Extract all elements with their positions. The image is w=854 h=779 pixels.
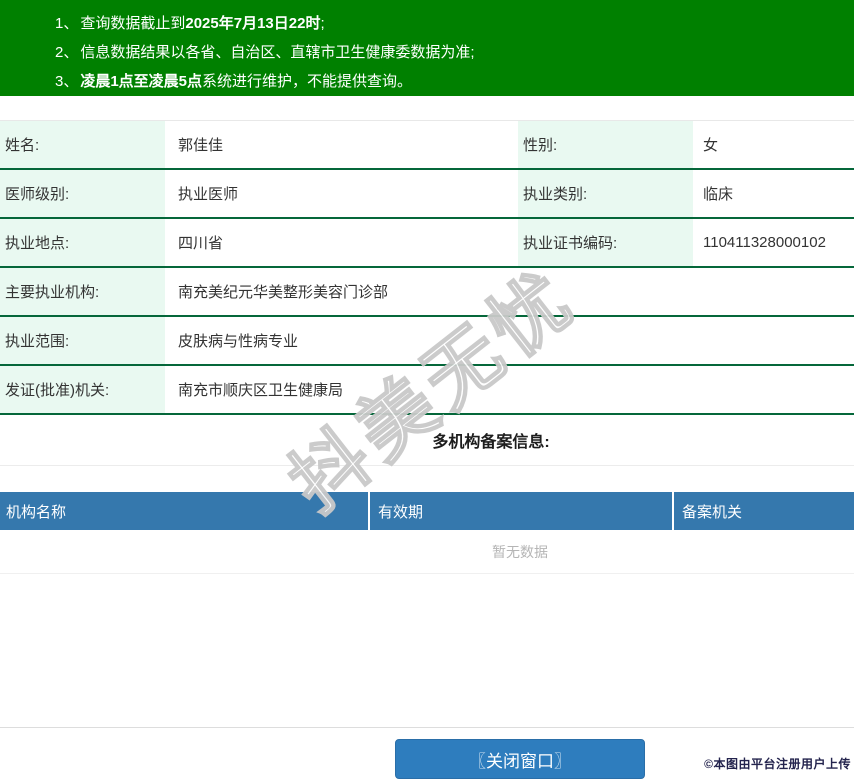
table-row: 医师级别: 执业医师 执业类别: 临床 xyxy=(0,170,854,219)
table-row: 执业范围: 皮肤病与性病专业 xyxy=(0,317,854,366)
copyright-watermark-text: ©本图由平台注册用户上传 xyxy=(704,757,851,771)
section-heading: 多机构备案信息: xyxy=(432,433,550,451)
physician-query-result-page: 1、 查询数据截止到2025年7月13日22时; 2、 信息数据结果以各省、自治区、… xyxy=(0,0,854,779)
notice-text: 系统进行维护，不能提供查询。 xyxy=(202,73,413,90)
physician-info-table: 姓名: 郭佳佳 性别: 女 医师级别: 执业医师 执业类别: 临床 执业地点: … xyxy=(0,120,854,415)
notice-line-3: 3、 凌晨1点至凌晨5点系统进行维护，不能提供查询。 xyxy=(55,67,844,96)
field-label-main-institution: 主要执业机构: xyxy=(0,268,165,315)
empty-data-row: 暂无数据 xyxy=(0,530,854,574)
field-label-issuing-authority: 发证(批准)机关: xyxy=(0,366,165,413)
notice-text: 信息数据结果以各省、自治区、直辖市卫生健康委数据为准; xyxy=(80,44,475,61)
empty-data-text: 暂无数据 xyxy=(492,543,548,560)
notice-banner: 1、 查询数据截止到2025年7月13日22时; 2、 信息数据结果以各省、自治区、… xyxy=(0,0,854,96)
column-header-institution-name: 机构名称 xyxy=(6,503,67,521)
notice-line-1: 1、 查询数据截止到2025年7月13日22时; xyxy=(55,9,844,38)
notice-line-2: 2、 信息数据结果以各省、自治区、直辖市卫生健康委数据为准; xyxy=(55,38,844,67)
field-label-certificate-number: 执业证书编码: xyxy=(518,219,693,266)
notice-number: 2、 xyxy=(55,44,79,61)
multi-org-table-header: 机构名称 有效期 备案机关 xyxy=(0,492,854,530)
field-value-main-institution: 南充美纪元华美整形美容门诊部 xyxy=(178,284,389,301)
field-value-certificate-number: 110411328000102 xyxy=(703,234,826,251)
column-header-filing-authority: 备案机关 xyxy=(672,492,854,530)
field-label-practice-category: 执业类别: xyxy=(518,170,693,217)
notice-text: 查询数据截止到 xyxy=(80,15,186,32)
field-value-gender: 女 xyxy=(703,137,719,154)
field-value-physician-level: 执业医师 xyxy=(178,186,239,203)
column-header-validity-period: 有效期 xyxy=(368,492,672,530)
notice-text-bold: 凌晨1点至凌晨5点 xyxy=(80,73,203,90)
table-row: 发证(批准)机关: 南充市顺庆区卫生健康局 xyxy=(0,366,854,415)
field-value-issuing-authority: 南充市顺庆区卫生健康局 xyxy=(178,382,344,399)
field-label-name: 姓名: xyxy=(0,121,165,168)
close-window-button[interactable]: 〖关闭窗口〗 xyxy=(395,739,645,779)
table-row: 执业地点: 四川省 执业证书编码: 110411328000102 xyxy=(0,219,854,268)
field-value-practice-location: 四川省 xyxy=(178,235,224,252)
footer-divider xyxy=(0,727,854,728)
field-label-physician-level: 医师级别: xyxy=(0,170,165,217)
field-value-name: 郭佳佳 xyxy=(178,137,224,154)
table-row: 姓名: 郭佳佳 性别: 女 xyxy=(0,121,854,170)
field-value-practice-scope: 皮肤病与性病专业 xyxy=(178,333,299,350)
field-value-practice-category: 临床 xyxy=(703,186,734,203)
notice-text: ; xyxy=(320,15,325,32)
table-row: 主要执业机构: 南充美纪元华美整形美容门诊部 xyxy=(0,268,854,317)
field-label-gender: 性别: xyxy=(518,121,693,168)
field-label-practice-location: 执业地点: xyxy=(0,219,165,266)
notice-number: 1、 xyxy=(55,15,79,32)
field-label-practice-scope: 执业范围: xyxy=(0,317,165,364)
multi-org-section: 多机构备案信息: xyxy=(0,414,854,466)
notice-number: 3、 xyxy=(55,73,79,90)
notice-text-bold: 2025年7月13日22时 xyxy=(185,15,321,32)
